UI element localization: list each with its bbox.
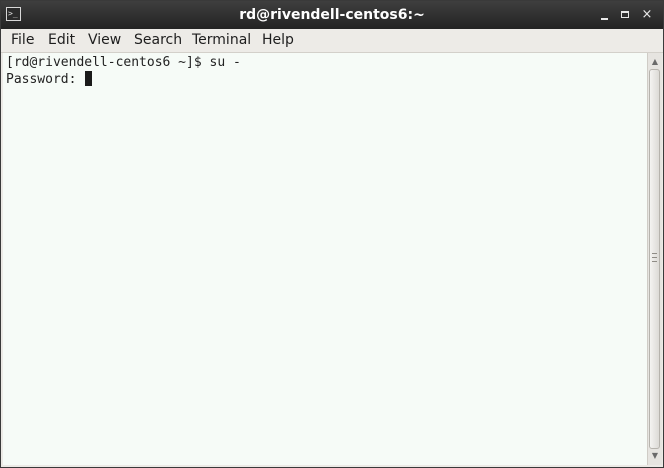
vertical-scrollbar[interactable]: ▲ ▼ (647, 53, 662, 465)
command-text: [rd@rivendell-centos6 ~]$ su - (6, 55, 241, 70)
minimize-icon (601, 18, 608, 20)
terminal-line: [rd@rivendell-centos6 ~]$ su - (6, 54, 241, 71)
close-icon: × (641, 7, 653, 22)
password-prompt: Password: (6, 72, 85, 87)
terminal-window: >_ rd@rivendell-centos6:~ × File Edit Vi… (0, 0, 664, 468)
terminal-line: Password: (6, 71, 93, 88)
scroll-thumb[interactable] (649, 69, 660, 449)
close-button[interactable]: × (639, 7, 655, 23)
terminal-output[interactable]: [rd@rivendell-centos6 ~]$ su - Password: (3, 53, 647, 465)
menu-bar: File Edit View Search Terminal Help (1, 29, 663, 53)
maximize-icon (621, 11, 629, 18)
menu-help[interactable]: Help (262, 32, 294, 49)
menu-edit[interactable]: Edit (48, 32, 75, 49)
maximize-button[interactable] (618, 7, 634, 23)
window-title: rd@rivendell-centos6:~ (239, 7, 425, 23)
text-cursor (85, 71, 93, 86)
menu-view[interactable]: View (88, 32, 121, 49)
grip-icon (652, 253, 657, 262)
menu-search[interactable]: Search (134, 32, 182, 49)
title-bar[interactable]: >_ rd@rivendell-centos6:~ × (1, 1, 663, 29)
minimize-button[interactable] (597, 7, 613, 23)
scroll-up-icon[interactable]: ▲ (650, 57, 660, 67)
menu-file[interactable]: File (11, 32, 34, 49)
scroll-down-icon[interactable]: ▼ (650, 451, 660, 461)
menu-terminal[interactable]: Terminal (192, 32, 251, 49)
